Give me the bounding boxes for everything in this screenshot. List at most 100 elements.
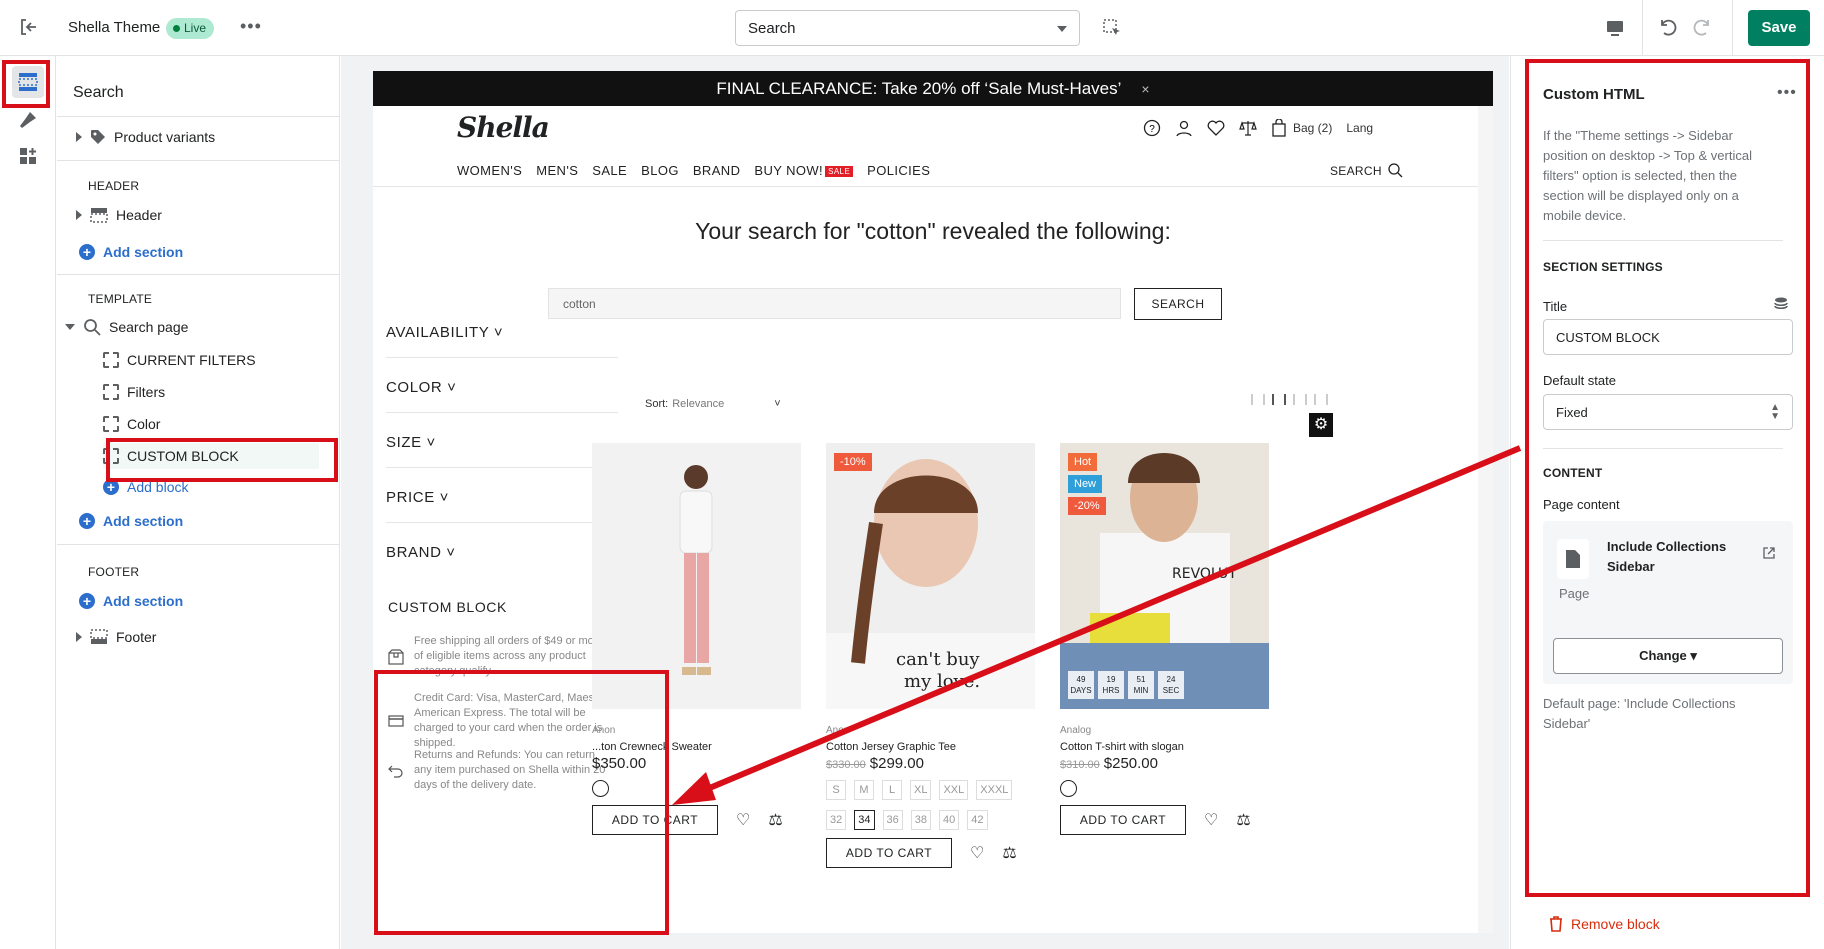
add-to-cart-button[interactable]: ADD TO CART — [592, 805, 718, 835]
size-option[interactable]: L — [882, 780, 902, 800]
bag-label[interactable]: Bag (2) — [1293, 121, 1332, 135]
add-section-button[interactable]: + Add section — [79, 239, 183, 265]
menu-item[interactable]: POLICIES — [867, 163, 930, 178]
scrollbar[interactable] — [327, 100, 340, 949]
compare-icon[interactable]: ⚖ — [1236, 810, 1250, 830]
product-name[interactable]: Cotton Jersey Graphic Tee — [826, 741, 1035, 753]
filter-size[interactable]: SIZE ˅ — [386, 434, 618, 451]
add-section-button[interactable]: + Add section — [79, 508, 183, 534]
compare-icon[interactable]: ⚖ — [1002, 843, 1016, 863]
filter-color[interactable]: COLOR ˅ — [386, 379, 618, 396]
add-to-cart-button[interactable]: ADD TO CART — [826, 838, 952, 868]
product-card[interactable]: REVOLUT Hot New -20% 49 DAYS 19 HRS 51 MIN … — [1060, 443, 1269, 835]
size-option[interactable]: 34 — [854, 810, 875, 830]
block-color[interactable]: Color — [103, 411, 160, 437]
wishlist-icon[interactable]: ♡ — [970, 843, 984, 863]
size-option[interactable]: XL — [910, 780, 932, 800]
divider — [1543, 448, 1783, 449]
wishlist-icon[interactable]: ♡ — [1204, 810, 1218, 830]
add-block-button[interactable]: + Add block — [103, 474, 188, 500]
size-option[interactable]: 38 — [910, 810, 931, 830]
sections-icon[interactable] — [12, 66, 44, 98]
product-name[interactable]: ...ton Crewneck Sweater — [592, 741, 801, 753]
size-option[interactable]: 40 — [939, 810, 960, 830]
remove-block-button[interactable]: Remove block — [1549, 916, 1660, 932]
menu-item[interactable]: BLOG — [641, 163, 679, 178]
theme-settings-icon[interactable] — [12, 104, 44, 136]
block-settings-panel: Custom HTML ••• If the "Theme settings -… — [1510, 56, 1824, 949]
exit-icon[interactable] — [18, 17, 38, 37]
color-swatch[interactable] — [592, 780, 609, 797]
account-icon[interactable] — [1175, 119, 1193, 137]
settings-gear-icon[interactable]: ⚙ — [1309, 413, 1333, 437]
product-image[interactable]: can't buy my love. -10% — [826, 443, 1035, 709]
external-link-icon[interactable] — [1763, 547, 1775, 559]
sort-select[interactable]: Sort: Relevance ˅ — [645, 398, 781, 410]
countdown-unit: 24 SEC — [1158, 671, 1184, 699]
title-input[interactable]: CUSTOM BLOCK — [1543, 319, 1793, 355]
size-options: S M L XL XXL XXXL — [826, 780, 1035, 800]
filter-availability[interactable]: AVAILABILITY ˅ — [386, 324, 618, 341]
apps-icon[interactable] — [12, 140, 44, 172]
store-search-input[interactable]: cotton — [548, 288, 1121, 319]
block-filters[interactable]: Filters — [103, 379, 165, 405]
size-option[interactable]: 36 — [882, 810, 903, 830]
sidebar-item-footer[interactable]: Footer — [76, 624, 156, 650]
filter-brand[interactable]: BRAND ˅ — [386, 544, 618, 561]
compare-icon[interactable] — [1239, 119, 1257, 137]
scrollbar[interactable] — [1478, 106, 1493, 933]
page-select[interactable]: Search — [735, 10, 1080, 46]
wishlist-icon[interactable] — [1207, 119, 1225, 137]
size-option[interactable]: 42 — [967, 810, 988, 830]
color-swatch[interactable] — [1060, 780, 1077, 797]
add-section-button[interactable]: + Add section — [79, 588, 183, 614]
sidebar-item-label: Product variants — [114, 129, 216, 145]
product-card[interactable]: Anon ...ton Crewneck Sweater $350.00 ADD… — [592, 443, 801, 835]
menu-item[interactable]: SALE — [592, 163, 627, 178]
menu-item[interactable]: WOMEN'S — [457, 163, 522, 178]
sidebar-item-header[interactable]: Header — [76, 202, 162, 228]
menu-item[interactable]: BRAND — [693, 163, 741, 178]
size-option[interactable]: M — [854, 780, 874, 800]
add-to-cart-button[interactable]: ADD TO CART — [1060, 805, 1186, 835]
help-icon[interactable]: ? — [1143, 119, 1161, 137]
product-card[interactable]: can't buy my love. -10% Anon Cotton Jers… — [826, 443, 1035, 868]
block-current-filters[interactable]: CURRENT FILTERS — [103, 347, 256, 373]
store-logo[interactable]: Shella — [457, 111, 550, 144]
store-search-link[interactable]: SEARCH — [1330, 163, 1403, 178]
chevron-right-icon — [76, 632, 82, 642]
block-custom-block[interactable]: CUSTOM BLOCK — [103, 443, 319, 469]
more-icon[interactable]: ••• — [240, 16, 262, 37]
desktop-icon[interactable] — [1604, 17, 1626, 39]
wishlist-icon[interactable]: ♡ — [736, 810, 750, 830]
lang-label[interactable]: Lang — [1346, 121, 1373, 135]
save-button[interactable]: Save — [1748, 10, 1810, 46]
sidebar-item-product-variants[interactable]: Product variants — [76, 124, 215, 150]
change-page-button[interactable]: Change ▾ — [1553, 638, 1783, 674]
default-state-select[interactable]: Fixed ▲ ▼ — [1543, 394, 1793, 430]
close-icon[interactable]: × — [1141, 81, 1149, 97]
filter-price[interactable]: PRICE ˅ — [386, 489, 618, 506]
redo-icon[interactable] — [1692, 16, 1714, 38]
undo-icon[interactable] — [1656, 16, 1678, 38]
size-option[interactable]: XXXL — [976, 780, 1013, 800]
more-icon[interactable]: ••• — [1777, 84, 1797, 102]
product-name[interactable]: Cotton T-shirt with slogan — [1060, 741, 1269, 753]
dynamic-source-icon[interactable] — [1773, 296, 1789, 312]
grid-view-icons[interactable] — [1251, 394, 1328, 405]
bag-icon[interactable] — [1271, 119, 1287, 137]
add-section-label: Add section — [103, 244, 184, 260]
size-option[interactable]: 32 — [826, 810, 847, 830]
menu-item-buy-now[interactable]: BUY NOW! SALE — [754, 163, 854, 178]
trash-icon — [1549, 916, 1563, 932]
store-search-button[interactable]: SEARCH — [1134, 288, 1222, 320]
product-image[interactable] — [592, 443, 801, 709]
inspect-icon[interactable] — [1102, 18, 1122, 38]
menu-item[interactable]: MEN'S — [536, 163, 578, 178]
countdown-label: HRS — [1102, 686, 1120, 695]
product-image[interactable]: REVOLUT Hot New -20% 49 DAYS 19 HRS 51 MIN … — [1060, 443, 1269, 709]
size-option[interactable]: XXL — [939, 780, 969, 800]
sidebar-item-search-page[interactable]: Search page — [65, 314, 188, 340]
size-option[interactable]: S — [826, 780, 846, 800]
compare-icon[interactable]: ⚖ — [768, 810, 782, 830]
